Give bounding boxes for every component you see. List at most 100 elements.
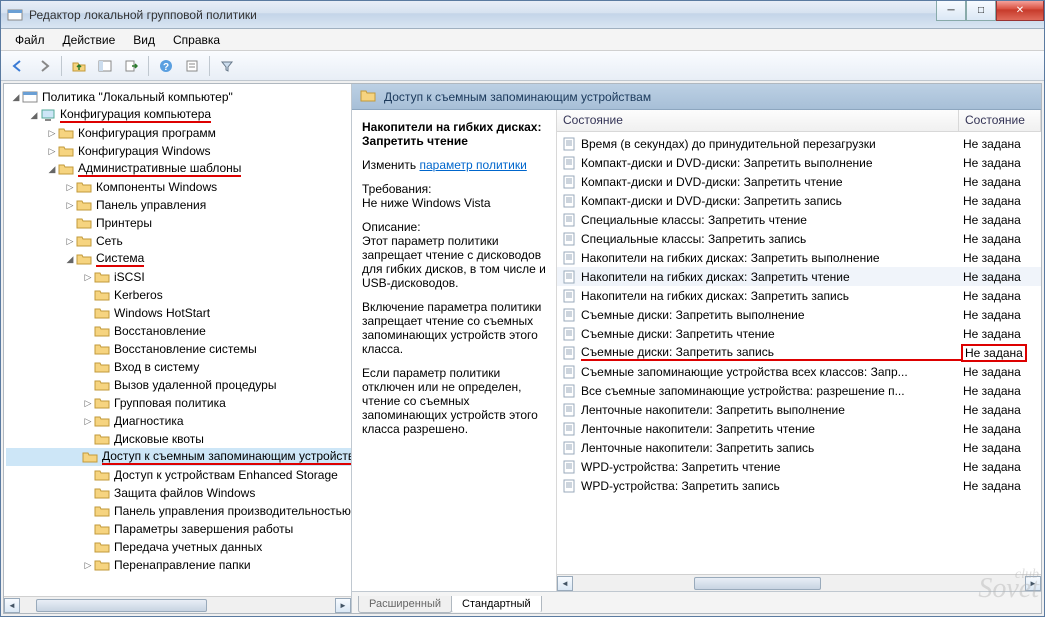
tab-standard[interactable]: Стандартный — [451, 596, 542, 613]
tree-pane[interactable]: ◢Политика "Локальный компьютер"◢Конфигур… — [4, 84, 352, 613]
tree-item-admin_templates[interactable]: ◢Административные шаблоны — [6, 160, 351, 178]
tree-label: Система — [96, 251, 144, 267]
col-state2-header[interactable]: Состояние — [959, 110, 1041, 131]
tree-item-cred_delegation[interactable]: Передача учетных данных — [6, 538, 351, 556]
tree-item-comp_config[interactable]: ◢Конфигурация компьютера — [6, 106, 351, 124]
tree-label: Принтеры — [96, 216, 152, 230]
tree-item-folder_redirect[interactable]: ▷Перенаправление папки — [6, 556, 351, 574]
menu-help[interactable]: Справка — [165, 31, 228, 49]
expander-icon[interactable]: ▷ — [82, 272, 94, 283]
policy-row[interactable]: Компакт-диски и DVD-диски: Запретить вып… — [557, 153, 1041, 172]
policy-row[interactable]: Компакт-диски и DVD-диски: Запретить зап… — [557, 191, 1041, 210]
menu-file[interactable]: Файл — [7, 31, 53, 49]
tree-item-shutdown_params[interactable]: Параметры завершения работы — [6, 520, 351, 538]
expander-icon[interactable]: ◢ — [64, 254, 76, 265]
tree-item-diagnostics[interactable]: ▷Диагностика — [6, 412, 351, 430]
tree-item-control_panel[interactable]: ▷Панель управления — [6, 196, 351, 214]
maximize-button[interactable]: □ — [966, 1, 996, 21]
tree-item-system[interactable]: ◢ Система — [6, 250, 351, 268]
back-button[interactable] — [7, 55, 29, 77]
hscroll-thumb[interactable] — [36, 599, 207, 612]
expander-icon[interactable]: ◢ — [10, 92, 22, 103]
properties-button[interactable] — [181, 55, 203, 77]
tree-item-win_config[interactable]: ▷Конфигурация Windows — [6, 142, 351, 160]
tree-item-printers[interactable]: Принтеры — [6, 214, 351, 232]
policy-row[interactable]: Специальные классы: Запретить записьНе з… — [557, 229, 1041, 248]
policy-list[interactable]: Время (в секундах) до принудительной пер… — [557, 132, 1041, 574]
hscroll-right[interactable]: ► — [335, 598, 351, 613]
tree-label: Вход в систему — [114, 360, 199, 374]
tree-item-hotstart[interactable]: Windows HotStart — [6, 304, 351, 322]
tree-item-file_protection[interactable]: Защита файлов Windows — [6, 484, 351, 502]
expander-icon[interactable]: ▷ — [64, 236, 76, 247]
edit-policy-link[interactable]: параметр политики — [419, 158, 526, 172]
policy-row[interactable]: Съемные диски: Запретить чтениеНе задана — [557, 324, 1041, 343]
policy-name: Съемные диски: Запретить чтение — [581, 327, 963, 341]
menu-action[interactable]: Действие — [55, 31, 124, 49]
expander-icon[interactable]: ◢ — [28, 110, 40, 121]
policy-row[interactable]: WPD-устройства: Запретить чтениеНе задан… — [557, 457, 1041, 476]
policy-row[interactable]: Съемные диски: Запретить записьНе задана — [557, 343, 1041, 362]
policy-row[interactable]: Съемные запоминающие устройства всех кла… — [557, 362, 1041, 381]
tree-item-rpc[interactable]: Вызов удаленной процедуры — [6, 376, 351, 394]
tree-item-prog_config[interactable]: ▷Конфигурация программ — [6, 124, 351, 142]
close-button[interactable]: ✕ — [996, 1, 1044, 21]
policy-row[interactable]: Время (в секундах) до принудительной пер… — [557, 134, 1041, 153]
policy-row[interactable]: Накопители на гибких дисках: Запретить в… — [557, 248, 1041, 267]
tree-item-enhanced_storage[interactable]: Доступ к устройствам Enhanced Storage — [6, 466, 351, 484]
policy-row[interactable]: Компакт-диски и DVD-диски: Запретить чте… — [557, 172, 1041, 191]
list-hscroll-left[interactable]: ◄ — [557, 576, 573, 591]
tree-item-network[interactable]: ▷Сеть — [6, 232, 351, 250]
tree-item-sys_recovery[interactable]: Восстановление системы — [6, 340, 351, 358]
help-button[interactable]: ? — [155, 55, 177, 77]
tree-item-kerberos[interactable]: Kerberos — [6, 286, 351, 304]
expander-icon[interactable]: ▷ — [46, 146, 58, 157]
edit-label: Изменить — [362, 158, 416, 172]
export-button[interactable] — [120, 55, 142, 77]
show-hide-tree-button[interactable] — [94, 55, 116, 77]
policy-row[interactable]: Ленточные накопители: Запретить чтениеНе… — [557, 419, 1041, 438]
policy-row[interactable]: WPD-устройства: Запретить записьНе задан… — [557, 476, 1041, 495]
filter-button[interactable] — [216, 55, 238, 77]
tree-item-recovery[interactable]: Восстановление — [6, 322, 351, 340]
hscroll-left[interactable]: ◄ — [4, 598, 20, 613]
expander-icon[interactable]: ▷ — [46, 128, 58, 139]
policy-row[interactable]: Все съемные запоминающие устройства: раз… — [557, 381, 1041, 400]
up-button[interactable] — [68, 55, 90, 77]
tree-item-iscsi[interactable]: ▷iSCSI — [6, 268, 351, 286]
policy-row[interactable]: Ленточные накопители: Запретить записьНе… — [557, 438, 1041, 457]
expander-icon[interactable]: ▷ — [64, 200, 76, 211]
tree-item-root[interactable]: ◢Политика "Локальный компьютер" — [6, 88, 351, 106]
expander-icon[interactable]: ▷ — [82, 560, 94, 571]
forward-button[interactable] — [33, 55, 55, 77]
expander-icon[interactable]: ▷ — [82, 416, 94, 427]
description-p2: Включение параметра политики запрещает ч… — [362, 300, 546, 356]
right-pane: Доступ к съемным запоминающим устройства… — [352, 84, 1041, 613]
tree-item-perf_panel[interactable]: Панель управления производительностью — [6, 502, 351, 520]
folder-icon — [94, 539, 110, 555]
tree-label: Защита файлов Windows — [114, 486, 255, 500]
menu-view[interactable]: Вид — [125, 31, 163, 49]
col-state-header[interactable]: Состояние — [557, 110, 959, 131]
tree-item-logon[interactable]: Вход в систему — [6, 358, 351, 376]
tab-extended[interactable]: Расширенный — [358, 596, 452, 613]
policy-row[interactable]: Накопители на гибких дисках: Запретить з… — [557, 286, 1041, 305]
list-hscroll-thumb[interactable] — [694, 577, 821, 590]
policy-name: Ленточные накопители: Запретить запись — [581, 441, 963, 455]
policy-row[interactable]: Ленточные накопители: Запретить выполнен… — [557, 400, 1041, 419]
folder-icon — [94, 341, 110, 357]
tree-item-win_components[interactable]: ▷Компоненты Windows — [6, 178, 351, 196]
expander-icon[interactable]: ◢ — [46, 164, 58, 175]
expander-icon[interactable]: ▷ — [64, 182, 76, 193]
tree-item-disk_quotas[interactable]: Дисковые квоты — [6, 430, 351, 448]
policy-row[interactable]: Накопители на гибких дисках: Запретить ч… — [557, 267, 1041, 286]
minimize-button[interactable]: ─ — [936, 1, 966, 21]
policy-name: Все съемные запоминающие устройства: раз… — [581, 384, 963, 398]
policy-row[interactable]: Специальные классы: Запретить чтениеНе з… — [557, 210, 1041, 229]
expander-icon[interactable]: ▷ — [82, 398, 94, 409]
tree-item-removable_access[interactable]: Доступ к съемным запоминающим устройства… — [6, 448, 351, 466]
policy-row[interactable]: Съемные диски: Запретить выполнениеНе за… — [557, 305, 1041, 324]
list-hscroll-right[interactable]: ► — [1025, 576, 1041, 591]
titlebar[interactable]: Редактор локальной групповой политики ─ … — [1, 1, 1044, 29]
tree-item-group_policy[interactable]: ▷Групповая политика — [6, 394, 351, 412]
